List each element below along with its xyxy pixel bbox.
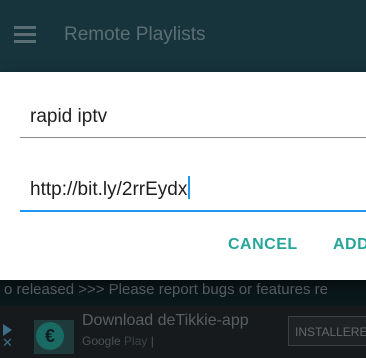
- hamburger-menu-icon[interactable]: [14, 26, 36, 44]
- playlist-name-field[interactable]: rapid iptv: [20, 102, 366, 138]
- news-ticker: o released >>> Please report bugs or fea…: [0, 280, 366, 306]
- app-bar-title: Remote Playlists: [64, 24, 206, 45]
- playlist-url-value: http://bit.ly/2rrEydx: [30, 179, 188, 200]
- ticker-text: o released >>> Please report bugs or fea…: [4, 281, 328, 298]
- screen: Remote Playlists o released >>> Please r…: [0, 0, 366, 358]
- playlist-name-value: rapid iptv: [30, 106, 108, 127]
- google-play-label-light: Play: [124, 334, 148, 348]
- app-bar: Remote Playlists: [0, 0, 366, 72]
- add-playlist-dialog: rapid iptv http://bit.ly/2rrEydx CANCEL …: [0, 72, 366, 280]
- playlist-url-field[interactable]: http://bit.ly/2rrEydx: [20, 172, 366, 212]
- ad-app-logo[interactable]: €: [34, 320, 74, 354]
- ad-banner[interactable]: ✕ € Download deTikkie-app Google Play | …: [0, 306, 366, 358]
- text-caret: [188, 176, 191, 199]
- add-button[interactable]: ADD: [333, 236, 366, 254]
- ad-store-label: Google Play |: [82, 334, 154, 348]
- google-play-label: Google: [82, 334, 121, 348]
- field-underline-focused: [20, 210, 366, 212]
- ad-title[interactable]: Download deTikkie-app: [82, 312, 249, 330]
- ad-close-icon[interactable]: ✕: [2, 336, 14, 350]
- cancel-button[interactable]: CANCEL: [228, 236, 298, 254]
- playlist-url-value-wrap: http://bit.ly/2rrEydx: [30, 176, 191, 201]
- ad-separator: |: [150, 334, 154, 348]
- euro-icon: €: [36, 322, 64, 350]
- field-underline: [20, 137, 366, 138]
- ad-install-button[interactable]: INSTALLERE: [288, 316, 366, 346]
- ad-choices[interactable]: ✕: [0, 320, 14, 354]
